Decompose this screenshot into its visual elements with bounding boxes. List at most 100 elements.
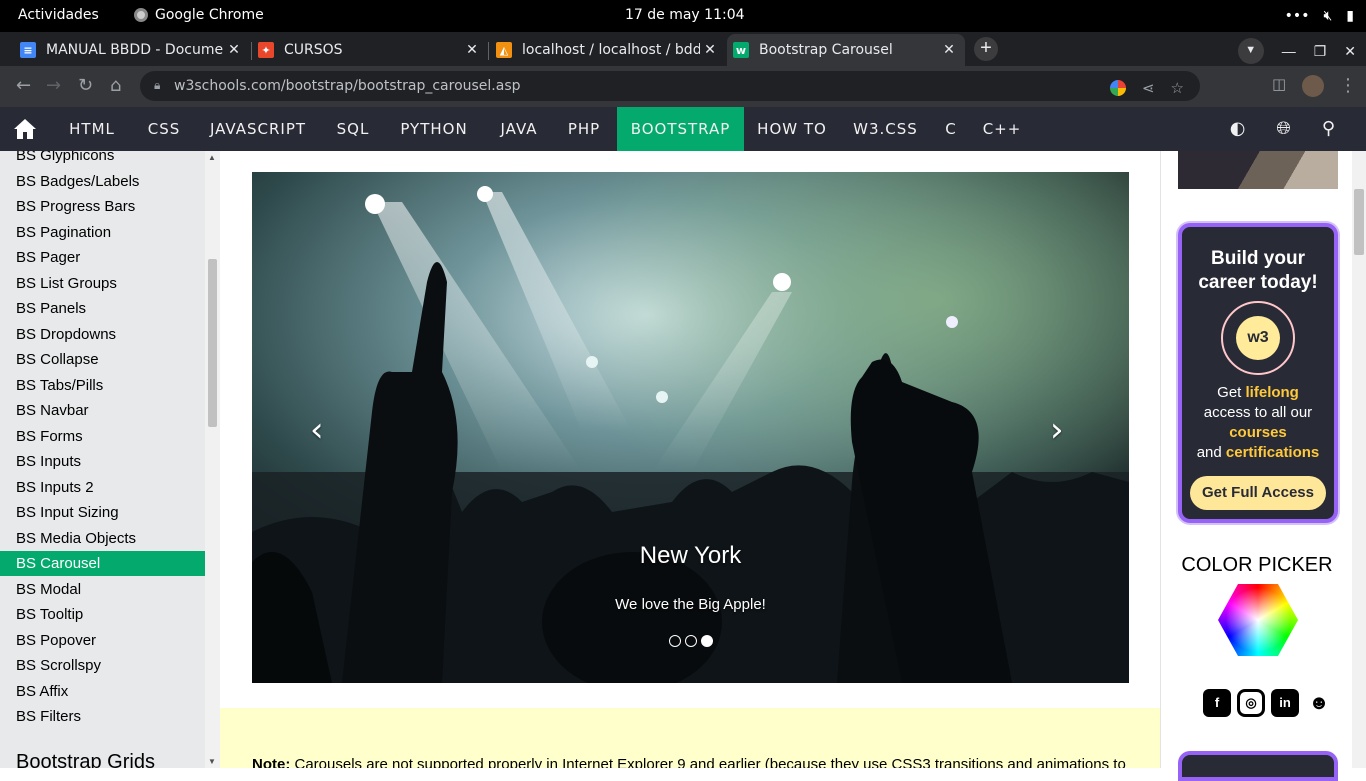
tab-search-icon[interactable]: ▼ [1237, 38, 1264, 64]
facebook-icon[interactable]: f [1203, 689, 1231, 717]
tab-strip: ≡ MANUAL BBDD - Documen ✕ ✦ CURSOS ✕ ◭ l… [0, 32, 1366, 66]
discord-icon[interactable]: ☻ [1305, 689, 1333, 717]
nav-cpp[interactable]: C++ [978, 107, 1026, 151]
page-scrollbar[interactable] [1352, 151, 1366, 768]
omnibox-actions: ⋖ ☆ [1109, 79, 1184, 97]
activities-button[interactable]: Actividades [18, 7, 99, 23]
close-window-icon[interactable]: ✕ [1344, 43, 1356, 60]
globe-icon[interactable]: 🌐︎ [1276, 118, 1291, 139]
carousel[interactable]: ‹ › New York We love the Big Apple! [252, 172, 1129, 683]
profile-avatar[interactable] [1302, 75, 1324, 97]
sidebar-item-tooltip[interactable]: BS Tooltip [0, 602, 205, 627]
bookmark-star-icon[interactable]: ☆ [1171, 79, 1184, 97]
sidebar-item-filters[interactable]: BS Filters [0, 704, 205, 729]
carousel-indicator[interactable] [668, 635, 681, 647]
new-tab-button[interactable]: + [974, 37, 998, 61]
sidebar-item-inputs-2[interactable]: BS Inputs 2 [0, 475, 205, 500]
address-bar[interactable]: 🔒︎ w3schools.com/bootstrap/bootstrap_car… [140, 71, 1200, 101]
carousel-prev-arrow[interactable]: ‹ [310, 410, 324, 450]
nav-w3css[interactable]: W3.CSS [848, 107, 923, 151]
nav-javascript[interactable]: JAVASCRIPT [200, 107, 316, 151]
carousel-indicator-active[interactable] [700, 635, 713, 647]
sidebar-item-carousel[interactable]: BS Carousel [0, 551, 205, 576]
system-tray[interactable]: ••• 🔇︎ ▮ [1285, 6, 1354, 26]
promo-card[interactable]: Build your career today! w3 Get lifelong … [1178, 223, 1338, 523]
nav-css[interactable]: CSS [138, 107, 190, 151]
instagram-icon[interactable]: ◎ [1237, 689, 1265, 717]
close-icon[interactable]: ✕ [939, 42, 959, 58]
menu-kebab-icon[interactable]: ⋮ [1339, 75, 1357, 96]
ad-image[interactable] [1178, 151, 1338, 189]
side-panel-icon[interactable]: ◫ [1272, 75, 1286, 93]
sidebar-item-tabs-pills[interactable]: BS Tabs/Pills [0, 373, 205, 398]
sidebar-item-panels[interactable]: BS Panels [0, 296, 205, 321]
scroll-up-icon[interactable]: ▲ [208, 153, 216, 162]
sidebar-item-list-groups[interactable]: BS List Groups [0, 271, 205, 296]
certified-badge-icon: w3 [1221, 301, 1295, 375]
nav-python[interactable]: PYTHON [390, 107, 478, 151]
carousel-indicator[interactable] [684, 635, 697, 647]
tab-cursos[interactable]: ✦ CURSOS ✕ [252, 34, 488, 66]
url-text[interactable]: w3schools.com/bootstrap/bootstrap_carous… [174, 78, 521, 94]
color-picker-hexagon-icon[interactable] [1218, 584, 1298, 656]
tab-manual-bbdd[interactable]: ≡ MANUAL BBDD - Documen ✕ [14, 34, 250, 66]
sidebar-heading-grids: Bootstrap Grids [16, 751, 155, 768]
search-icon[interactable]: ⚲ [1322, 118, 1336, 139]
tab-divider [488, 42, 489, 60]
get-full-access-button[interactable]: Get Full Access [1190, 476, 1326, 510]
lock-icon[interactable]: 🔒︎ [154, 78, 160, 93]
sidebar-item-media-objects[interactable]: BS Media Objects [0, 526, 205, 551]
chrome-icon [134, 8, 148, 22]
sidebar-item-badges-labels[interactable]: BS Badges/Labels [0, 169, 205, 194]
tab-localhost[interactable]: ◭ localhost / localhost / bdd ✕ [490, 34, 726, 66]
home-icon[interactable]: ⌂ [110, 75, 121, 96]
reload-icon[interactable]: ↻ [78, 75, 93, 96]
sidebar-scroll-thumb[interactable] [208, 259, 217, 427]
nav-html[interactable]: HTML [56, 107, 128, 151]
sidebar-item-inputs[interactable]: BS Inputs [0, 449, 205, 474]
carousel-next-arrow[interactable]: › [1050, 410, 1064, 450]
close-icon[interactable]: ✕ [700, 42, 720, 58]
sidebar-item-collapse[interactable]: BS Collapse [0, 347, 205, 372]
minimize-icon[interactable]: — [1282, 43, 1296, 59]
nav-sql[interactable]: SQL [326, 107, 380, 151]
sidebar-item-modal[interactable]: BS Modal [0, 577, 205, 602]
ad-card-bottom[interactable] [1178, 751, 1338, 781]
sidebar-scrollbar[interactable]: ▲ ▼ [205, 151, 220, 768]
nav-bootstrap[interactable]: BOOTSTRAP [617, 107, 744, 151]
sidebar-item-input-sizing[interactable]: BS Input Sizing [0, 500, 205, 525]
back-icon[interactable]: ← [16, 75, 31, 96]
sidebar-item-forms[interactable]: BS Forms [0, 424, 205, 449]
tab-title: Bootstrap Carousel [759, 42, 893, 58]
sidebar-item-affix[interactable]: BS Affix [0, 679, 205, 704]
home-icon[interactable] [13, 118, 37, 140]
app-menu[interactable]: Google Chrome [134, 7, 264, 23]
scroll-down-icon[interactable]: ▼ [208, 757, 216, 766]
page-scroll-thumb[interactable] [1354, 189, 1364, 255]
contrast-icon[interactable]: ◐ [1230, 118, 1247, 139]
close-icon[interactable]: ✕ [224, 42, 244, 58]
battery-icon: ▮ [1346, 8, 1354, 24]
linkedin-icon[interactable]: in [1271, 689, 1299, 717]
close-icon[interactable]: ✕ [462, 42, 482, 58]
sidebar-item-glyphicons[interactable]: BS Glyphicons [0, 151, 205, 168]
sidebar-item-scrollspy[interactable]: BS Scrollspy [0, 653, 205, 678]
share-icon[interactable]: ⋖ [1142, 79, 1155, 97]
nav-java[interactable]: JAVA [488, 107, 550, 151]
right-column: Build your career today! w3 Get lifelong … [1160, 151, 1352, 781]
sidebar-item-pager[interactable]: BS Pager [0, 245, 205, 270]
clock[interactable]: 17 de may 11:04 [625, 7, 745, 23]
nav-c[interactable]: C [938, 107, 964, 151]
sidebar-item-navbar[interactable]: BS Navbar [0, 398, 205, 423]
forward-icon[interactable]: → [46, 75, 61, 96]
sidebar-item-popover[interactable]: BS Popover [0, 628, 205, 653]
sidebar-item-progress-bars[interactable]: BS Progress Bars [0, 194, 205, 219]
sidebar-item-pagination[interactable]: BS Pagination [0, 220, 205, 245]
nav-how-to[interactable]: HOW TO [752, 107, 832, 151]
maximize-icon[interactable]: ❐ [1314, 43, 1327, 60]
google-icon[interactable] [1109, 80, 1126, 96]
sidebar-item-dropdowns[interactable]: BS Dropdowns [0, 322, 205, 347]
nav-php[interactable]: PHP [560, 107, 608, 151]
note-panel: Note: Carousels are not supported proper… [220, 708, 1160, 768]
tab-bootstrap-carousel[interactable]: w Bootstrap Carousel ✕ [727, 34, 965, 66]
